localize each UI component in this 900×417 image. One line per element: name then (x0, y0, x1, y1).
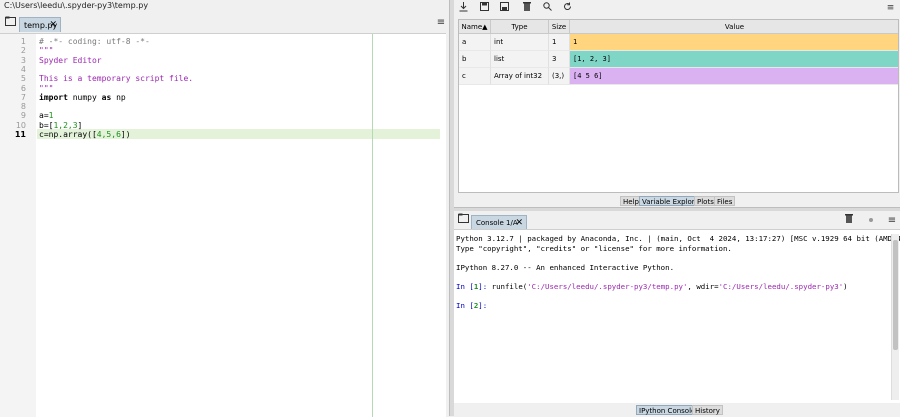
input-prompt: In [ (456, 281, 474, 291)
table-cell-type[interactable]: list (491, 51, 549, 68)
options-menu-icon[interactable]: ≡ (885, 214, 899, 228)
command-text: runfile( (491, 281, 528, 291)
code-text: a= (39, 111, 49, 121)
line-number: 3 (20, 55, 26, 65)
code-number: 4,5,6 (96, 130, 121, 139)
line-number: 5 (20, 74, 26, 84)
table-cell-type[interactable]: int (491, 34, 549, 51)
command-string: 'C:/Users/leedu/.spyder-py3/temp.py' (527, 281, 688, 291)
code-text: np (111, 92, 126, 102)
code-line: # -*- coding: utf-8 -*- (39, 37, 150, 46)
tab-files[interactable]: Files (714, 196, 736, 206)
code-keyword: import (39, 92, 68, 102)
code-keyword: as (101, 92, 112, 102)
pane-tab-bar: IPython Console History (454, 404, 900, 416)
code-line: """ (39, 46, 54, 56)
console-banner-line: Python 3.12.7 | packaged by Anaconda, In… (456, 234, 900, 243)
close-icon[interactable]: ✕ (515, 216, 523, 230)
table-cell-size[interactable]: 1 (549, 34, 570, 51)
remove-variables-icon[interactable] (842, 214, 856, 228)
column-header-type[interactable]: Type (491, 20, 549, 34)
file-path-label: C:\Users\leedu\.spyder-py3\temp.py (4, 1, 149, 10)
remove-all-variables-icon[interactable] (520, 2, 533, 15)
console-tab-bar: Console 1/A ✕ ≡ (454, 211, 900, 229)
tab-ipython-console[interactable]: IPython Console (636, 405, 699, 415)
variable-table[interactable]: Name▲ Type Size Value a int 1 1 b list 3… (458, 19, 899, 193)
line-number: 1 (20, 37, 26, 46)
refresh-icon[interactable] (561, 2, 574, 15)
command-text: ) (843, 281, 848, 291)
scrollbar-thumb[interactable] (893, 240, 898, 350)
table-cell-value[interactable]: [4 5 6] (570, 68, 898, 85)
column-header-name[interactable]: Name▲ (459, 20, 491, 34)
input-prompt: ]: (478, 300, 488, 310)
table-cell-value[interactable]: [1, 2, 3] (570, 51, 898, 68)
code-number: 1 (48, 111, 54, 121)
code-line: a=1 (39, 111, 53, 120)
line-number-gutter: 1 2 3 4 5 6 7 8 9 10 11 (0, 34, 36, 417)
import-data-icon[interactable] (457, 2, 470, 15)
ipython-console[interactable]: Python 3.12.7 | packaged by Anaconda, In… (454, 229, 900, 403)
table-cell-size[interactable]: (3,) (549, 68, 570, 85)
line-number: 7 (20, 92, 26, 102)
console-pane: Console 1/A ✕ ≡ Python 3.12.7 | packaged… (454, 211, 900, 416)
table-cell-name[interactable]: b (459, 51, 491, 68)
variable-explorer-pane: ≡ Name▲ Type Size Value a int 1 1 b list… (454, 0, 900, 207)
line-number: 2 (20, 46, 26, 56)
table-cell-type[interactable]: Array of int32 (491, 68, 549, 85)
column-header-value[interactable]: Value (570, 20, 898, 34)
pane-tab-bar: Help Variable Explorer Plots Files (454, 195, 900, 207)
table-cell-value[interactable]: 1 (570, 34, 898, 51)
code-line: This is a temporary script file. (39, 74, 194, 84)
tab-temp-py[interactable]: temp.py ✕ (19, 17, 61, 32)
tab-history[interactable]: History (692, 405, 723, 415)
close-icon[interactable]: ✕ (49, 18, 57, 33)
editor-tab-bar: temp.py ✕ ≡ (0, 13, 449, 33)
browse-tabs-icon[interactable] (456, 213, 470, 227)
line-number: 9 (20, 111, 26, 121)
line-number: 10 (15, 120, 26, 130)
options-menu-icon[interactable]: ≡ (434, 16, 448, 30)
edge-line (372, 34, 373, 417)
code-editor[interactable]: 1 2 3 4 5 6 7 8 9 10 11 # -*- coding: ut… (0, 33, 446, 417)
line-number: 6 (20, 83, 26, 93)
console-input-line: In [1]: runfile('C:/Users/leedu/.spyder-… (456, 282, 848, 292)
command-string: 'C:/Users/leedu/.spyder-py3' (718, 281, 844, 291)
input-prompt: In [ (456, 300, 474, 310)
console-scrollbar[interactable] (891, 234, 899, 400)
code-line: c=np.array([4,5,6]) (39, 130, 131, 139)
line-number-current: 11 (14, 130, 26, 139)
input-prompt: ]: (478, 281, 492, 291)
command-text: , wdir= (687, 281, 719, 291)
save-data-icon[interactable] (478, 2, 491, 15)
editor-pane: temp.py ✕ ≡ 1 2 3 4 5 6 7 8 9 10 11 # -*… (0, 13, 449, 417)
table-cell-name[interactable]: a (459, 34, 491, 51)
column-header-size[interactable]: Size (549, 20, 570, 34)
code-text: c=np.array([ (39, 130, 97, 139)
code-number: 1,2,3 (53, 120, 78, 130)
code-text: ] (77, 120, 83, 130)
code-line: import numpy as np (39, 93, 126, 102)
tab-label: Console 1/A (476, 219, 518, 227)
code-line: """ (39, 83, 54, 93)
table-cell-name[interactable]: c (459, 68, 491, 85)
console-banner-line: Type "copyright", "credits" or "license"… (456, 243, 732, 253)
tab-console[interactable]: Console 1/A ✕ (471, 215, 527, 229)
search-icon[interactable] (541, 2, 554, 15)
browse-tabs-icon[interactable] (3, 16, 17, 30)
console-banner-line: IPython 8.27.0 -- An enhanced Interactiv… (456, 262, 675, 272)
variable-explorer-toolbar: ≡ (454, 0, 900, 17)
interrupt-kernel-icon[interactable] (864, 214, 878, 228)
code-line: b=[1,2,3] (39, 121, 82, 130)
save-data-as-icon[interactable] (498, 2, 511, 15)
console-input-line-active[interactable]: In [2]: (456, 301, 487, 311)
line-number: 4 (20, 64, 26, 74)
table-cell-size[interactable]: 3 (549, 51, 570, 68)
code-line: Spyder Editor (39, 55, 102, 65)
code-text: numpy (67, 92, 102, 102)
line-number: 8 (20, 102, 26, 112)
code-text: ]) (120, 130, 131, 139)
options-menu-icon[interactable]: ≡ (884, 2, 897, 15)
code-text: b=[ (39, 120, 54, 130)
